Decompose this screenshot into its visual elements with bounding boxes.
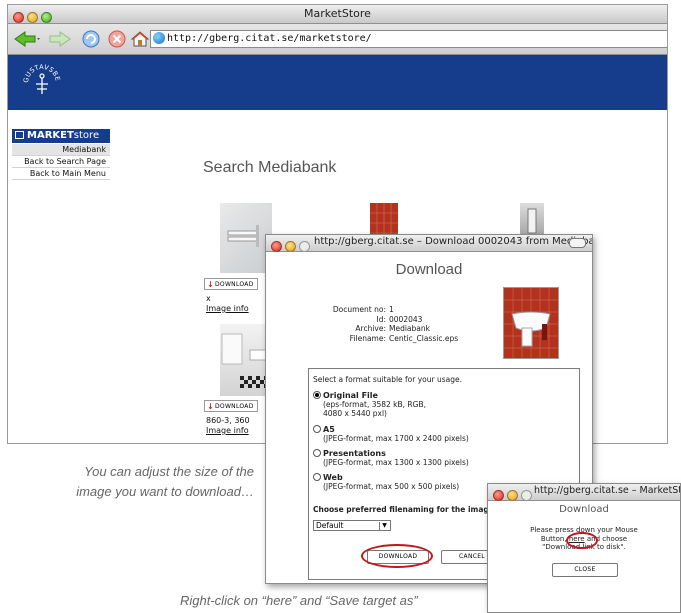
forward-arrow-icon: [49, 31, 71, 47]
meta-value: 0002043: [389, 314, 423, 324]
radio-web[interactable]: [313, 473, 321, 481]
format-option-web[interactable]: Web (JPEG-format, max 500 x 500 pixels): [313, 473, 459, 491]
popup2-titlebar: http://gberg.citat.se – MarketSt...: [488, 484, 680, 501]
download-arrow-icon: ↓: [207, 402, 215, 411]
meta-key: Archive:: [355, 324, 386, 333]
meta-value: Mediabank: [389, 324, 430, 333]
sidebar-item-mediabank[interactable]: Mediabank: [12, 144, 110, 156]
header-thin: store: [73, 130, 100, 141]
meta-value: Centic_Classic.eps: [389, 333, 459, 343]
popup2-zoom-button[interactable]: [521, 490, 532, 501]
download-button-2[interactable]: ↓ DOWNLOAD: [204, 400, 258, 412]
option-desc: (JPEG-format, max 1700 x 2400 pixels): [323, 434, 469, 443]
highlight-oval: [361, 544, 433, 568]
document-metadata: Document no: 1 Id: 0002043 Archive: Mediaba…: [276, 305, 458, 343]
option-label: Web: [323, 473, 343, 482]
caption-line: You can adjust the size of the: [84, 464, 254, 479]
radio-a5[interactable]: [313, 425, 321, 433]
popup2-title: http://gberg.citat.se – MarketSt...: [534, 485, 681, 496]
here-highlight-oval: [566, 532, 598, 549]
reload-button[interactable]: [80, 28, 102, 50]
popup-title: http://gberg.citat.se – Download 0002043…: [314, 236, 593, 247]
url-input[interactable]: http://gberg.citat.se/marketstore/: [150, 30, 667, 48]
filenaming-label: Choose preferred filenaming for the imag…: [313, 505, 497, 514]
download-label: DOWNLOAD: [215, 403, 254, 410]
filenaming-select[interactable]: Default ▼: [313, 520, 391, 531]
page-title: Search Mediabank: [203, 159, 337, 176]
option-desc: 4080 x 5440 pxl): [323, 409, 387, 418]
popup-minimize-button[interactable]: [285, 241, 296, 252]
washbasin-image: [504, 288, 558, 358]
popup-heading: Download: [395, 261, 463, 278]
option-label: Original File: [323, 391, 378, 400]
popup-window-controls: [271, 237, 313, 256]
gustavsberg-logo: GUSTAVSBERG: [22, 61, 61, 94]
stop-icon: [108, 30, 126, 48]
meta-value: 1: [389, 305, 394, 314]
window-title: MarketStore: [304, 7, 371, 20]
option-desc: (eps-format, 3582 kB, RGB,: [323, 400, 426, 409]
globe-icon: [153, 32, 165, 44]
chevron-down-icon: ▼: [379, 522, 389, 530]
forward-button[interactable]: [46, 28, 72, 50]
option-label: A5: [323, 425, 335, 434]
format-option-original[interactable]: Original File (eps-format, 3582 kB, RGB, 4…: [313, 391, 426, 418]
select-value: Default: [316, 521, 344, 530]
instruction-text: Button,: [540, 534, 567, 543]
image-info-link-2[interactable]: Image info: [206, 426, 249, 435]
meta-key: Id:: [376, 314, 387, 324]
option-desc: (JPEG-format, max 500 x 500 pixels): [323, 482, 460, 491]
marketstore-header: MARKETstore: [12, 129, 110, 143]
result-code-2: 860-3, 360: [206, 416, 250, 425]
popup-titlebar: http://gberg.citat.se – Download 0002043…: [266, 235, 592, 252]
meta-key: Document no:: [332, 305, 386, 314]
image-info-link-1[interactable]: Image info: [206, 304, 249, 313]
browser-toolbar: http://gberg.citat.se/marketstore/: [8, 24, 667, 55]
download-arrow-icon: ↓: [207, 280, 215, 289]
close-button[interactable]: CLOSE: [552, 563, 618, 577]
url-text: http://gberg.citat.se/marketstore/: [167, 33, 372, 44]
meta-key: Filename:: [349, 333, 386, 343]
option-label: Presentations: [323, 449, 386, 458]
format-option-a5[interactable]: A5 (JPEG-format, max 1700 x 2400 pixels): [313, 425, 469, 443]
toolbar-toggle-icon[interactable]: [569, 238, 586, 248]
home-icon: [130, 31, 150, 47]
popup-zoom-button[interactable]: [299, 241, 310, 252]
stop-button[interactable]: [106, 28, 128, 50]
option-desc: (JPEG-format, max 1300 x 1300 pixels): [323, 458, 469, 467]
browser-titlebar: MarketStore: [8, 5, 667, 24]
download-button-1[interactable]: ↓ DOWNLOAD: [204, 278, 258, 290]
popup2-close-button[interactable]: [493, 490, 504, 501]
download-label: DOWNLOAD: [215, 281, 254, 288]
sidebar-item-back-to-main[interactable]: Back to Main Menu: [12, 168, 110, 180]
radio-presentations[interactable]: [313, 449, 321, 457]
format-option-presentations[interactable]: Presentations (JPEG-format, max 1300 x 13…: [313, 449, 469, 467]
popup2-minimize-button[interactable]: [507, 490, 518, 501]
save-link-popup-window: http://gberg.citat.se – MarketSt... Down…: [487, 483, 681, 613]
header-bold: MARKET: [27, 130, 74, 141]
format-intro: Select a format suitable for your usage.: [313, 375, 462, 384]
popup2-heading: Download: [559, 504, 609, 515]
caption-line: image you want to download…: [76, 484, 254, 499]
back-arrow-icon: [14, 31, 40, 47]
popup-close-button[interactable]: [271, 241, 282, 252]
reload-icon: [82, 30, 100, 48]
grid-icon: [15, 131, 24, 139]
caption-right-click: Right-click on “here” and “Save target a…: [180, 593, 418, 608]
home-button[interactable]: [130, 28, 150, 50]
document-preview-image: [503, 287, 559, 359]
caption-adjust-size: You can adjust the size of the image you…: [46, 462, 254, 502]
back-button[interactable]: [12, 28, 42, 50]
result-code-1: x: [206, 294, 211, 303]
site-banner: GUSTAVSBERG: [8, 55, 667, 110]
radio-original[interactable]: [313, 391, 321, 399]
popup2-window-controls: [493, 486, 535, 505]
sidebar-item-back-to-search[interactable]: Back to Search Page: [12, 156, 110, 168]
